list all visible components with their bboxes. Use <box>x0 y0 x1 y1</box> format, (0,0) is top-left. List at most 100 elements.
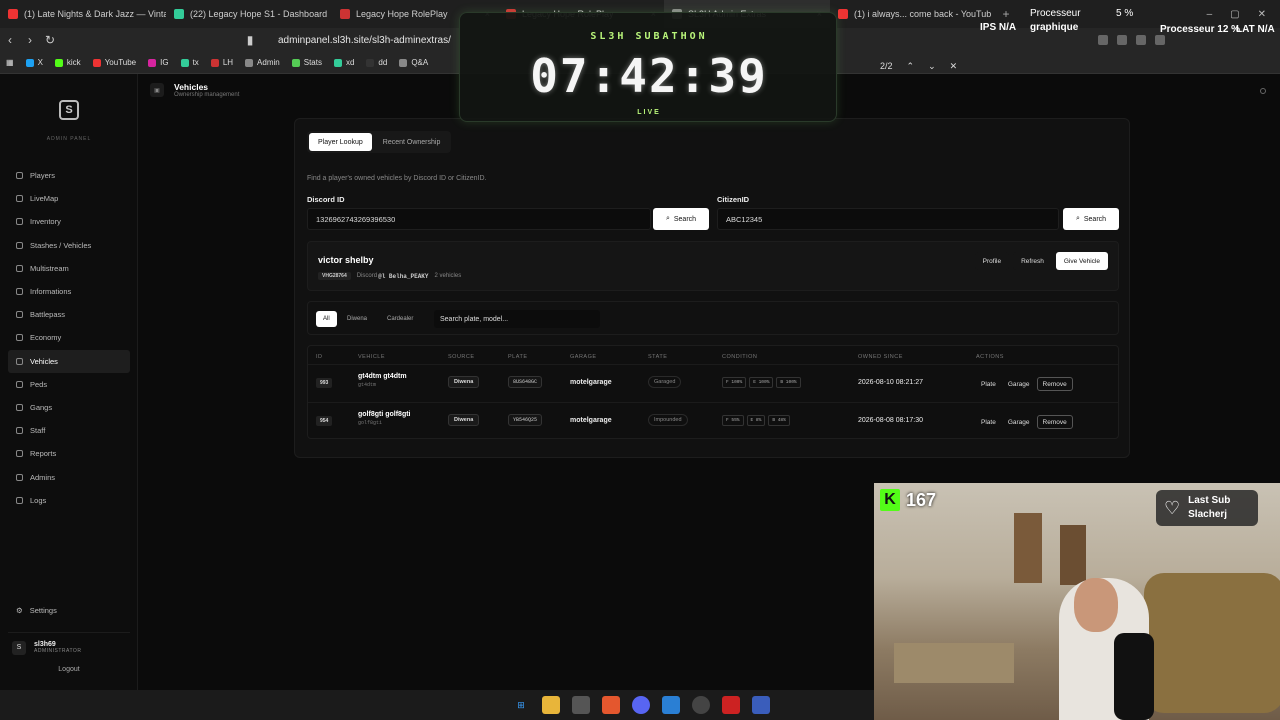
table-row[interactable]: 993 gt4dtm gt4dtm gt4dtm Diwena 8US648GC mote… <box>308 364 1118 402</box>
profile-button[interactable]: Profile <box>974 252 1010 270</box>
vehicle-id: 954 <box>316 416 333 426</box>
brave-icon[interactable] <box>602 696 620 714</box>
sidebar-item-staff[interactable]: Staff <box>8 419 130 442</box>
bookmark-item[interactable]: X <box>20 58 49 67</box>
extension-icon[interactable] <box>1098 35 1108 45</box>
sidebar-item-logs[interactable]: Logs <box>8 489 130 512</box>
back-icon[interactable]: ‹ <box>0 33 20 47</box>
proc-percent: 5 % <box>1116 8 1134 19</box>
filter-cardealer[interactable]: Cardealer <box>380 311 420 327</box>
garage-button[interactable]: Garage <box>1003 377 1035 391</box>
sidebar-item-economy[interactable]: Economy <box>8 326 130 349</box>
refresh-button[interactable]: Refresh <box>1013 252 1052 270</box>
find-prev-icon[interactable]: ⌃ <box>907 61 915 72</box>
vehicle-search-input[interactable]: Search plate, model... <box>434 310 600 328</box>
logout-button[interactable]: Logout <box>0 666 138 673</box>
discord-icon[interactable] <box>632 696 650 714</box>
url-field[interactable]: adminpanel.sl3h.site/sl3h-adminextras/ <box>278 35 458 46</box>
browser-tab[interactable]: (22) Legacy Hope S1 - Dashboard× <box>166 0 332 28</box>
bookmark-item[interactable]: Admin <box>239 58 286 67</box>
table-row[interactable]: 954 golf8gti golf8gti golf8gti Diwena YB546Q… <box>308 402 1118 440</box>
find-next-icon[interactable]: ⌄ <box>928 61 936 72</box>
extension-icon[interactable] <box>1117 35 1127 45</box>
plate-button[interactable]: Plate <box>976 415 1001 429</box>
browser-tab[interactable]: (1) i always... come back - YouTub× <box>830 0 996 28</box>
app-icon[interactable] <box>662 696 680 714</box>
bookmark-item[interactable]: tx <box>175 58 205 67</box>
sidebar-item-label: Economy <box>30 333 62 343</box>
source-cell: Diwena <box>448 414 480 426</box>
bookmark-item[interactable]: IG <box>142 58 174 67</box>
bookmark-label: Stats <box>303 58 322 67</box>
remove-button[interactable]: Remove <box>1036 415 1073 429</box>
garage-button[interactable]: Garage <box>1003 415 1035 429</box>
filter-diwena[interactable]: Diwena <box>340 311 374 327</box>
bookmark-item[interactable]: dd <box>360 58 393 67</box>
bookmark-item[interactable]: kick <box>49 58 87 67</box>
tab-group: Player Lookup Recent Ownership <box>307 131 452 153</box>
plate-button[interactable]: Plate <box>976 377 1001 391</box>
tab-player-lookup[interactable]: Player Lookup <box>309 133 372 151</box>
sidebar-item-stashes-vehicles[interactable]: Stashes / Vehicles <box>8 234 130 257</box>
reload-icon[interactable]: ↻ <box>40 33 60 47</box>
app-icon[interactable] <box>572 696 590 714</box>
maximize-icon[interactable]: ▢ <box>1230 9 1239 20</box>
bookmark-item[interactable]: Stats <box>286 58 328 67</box>
sidebar: S ADMIN PANEL Players LiveMap Inventory Sta… <box>0 74 138 690</box>
give-vehicle-button[interactable]: Give Vehicle <box>1055 252 1108 270</box>
file-explorer-icon[interactable] <box>542 696 560 714</box>
id-cell: 954 <box>316 416 333 426</box>
sidebar-item-label: Inventory <box>30 217 61 227</box>
minimize-icon[interactable]: – <box>1207 9 1213 20</box>
bookmark-icon <box>366 58 375 67</box>
bookmark-item[interactable]: YouTube <box>87 58 142 67</box>
bookmark-item[interactable]: Q&A <box>393 58 434 67</box>
bookmark-icon[interactable]: ▮ <box>240 33 260 47</box>
app-icon[interactable] <box>752 696 770 714</box>
discord-tag: @l Belha_PEAKY <box>378 272 429 280</box>
windows-start-icon[interactable]: ⊞ <box>512 696 530 714</box>
sidebar-item-admins[interactable]: Admins <box>8 465 130 488</box>
close-window-icon[interactable]: ✕ <box>1258 9 1266 20</box>
discord-id-input[interactable]: 1326962743269396530 <box>307 208 651 230</box>
forward-icon[interactable]: › <box>20 33 40 47</box>
sidebar-item-battlepass[interactable]: Battlepass <box>8 303 130 326</box>
sidebar-item-livemap[interactable]: LiveMap <box>8 187 130 210</box>
bookmark-icon <box>210 58 219 67</box>
theme-toggle-icon[interactable] <box>1260 88 1266 94</box>
obs-icon[interactable] <box>692 696 710 714</box>
filter-all[interactable]: All <box>316 311 337 327</box>
extension-icon[interactable] <box>1155 35 1165 45</box>
extension-icon[interactable] <box>1136 35 1146 45</box>
nav-icon <box>16 241 23 249</box>
apps-icon[interactable]: ▦ <box>0 58 20 67</box>
sidebar-item-inventory[interactable]: Inventory <box>8 210 130 233</box>
new-tab-icon[interactable]: + <box>996 7 1016 21</box>
remove-button[interactable]: Remove <box>1036 377 1073 391</box>
webcam-table <box>894 643 1014 683</box>
sidebar-item-gangs[interactable]: Gangs <box>8 396 130 419</box>
sidebar-item-peds[interactable]: Peds <box>8 373 130 396</box>
user-name: sl3h69 <box>34 641 56 648</box>
browser-tab[interactable]: (1) Late Nights & Dark Jazz — Vintag× <box>0 0 166 28</box>
sidebar-nav: Players LiveMap Inventory Stashes / Vehicle… <box>8 164 130 512</box>
citizen-search-button[interactable]: ⌕ Search <box>1063 208 1119 230</box>
sidebar-item-informations[interactable]: Informations <box>8 280 130 303</box>
discord-search-button[interactable]: ⌕ Search <box>653 208 709 230</box>
sidebar-item-players[interactable]: Players <box>8 164 130 187</box>
player-actions: Profile Refresh Give Vehicle <box>974 252 1108 270</box>
vehicle-cell: golf8gti golf8gti golf8gti <box>358 411 411 426</box>
nav-icon <box>16 357 23 365</box>
lookup-hint: Find a player's owned vehicles by Discor… <box>307 175 487 182</box>
app-icon[interactable] <box>722 696 740 714</box>
user-card[interactable]: S sl3h69 ADMINISTRATOR <box>8 632 130 662</box>
sidebar-item-reports[interactable]: Reports <box>8 442 130 465</box>
sidebar-item-multistream[interactable]: Multistream <box>8 257 130 280</box>
citizen-id-input[interactable]: ABC12345 <box>717 208 1059 230</box>
sidebar-item-vehicles[interactable]: Vehicles <box>8 349 130 373</box>
bookmark-item[interactable]: LH <box>205 58 239 67</box>
sidebar-item-settings[interactable]: ⚙ Settings <box>16 606 57 615</box>
tab-recent-ownership[interactable]: Recent Ownership <box>374 133 450 151</box>
find-close-icon[interactable]: ✕ <box>950 61 958 72</box>
bookmark-item[interactable]: xd <box>328 58 360 67</box>
